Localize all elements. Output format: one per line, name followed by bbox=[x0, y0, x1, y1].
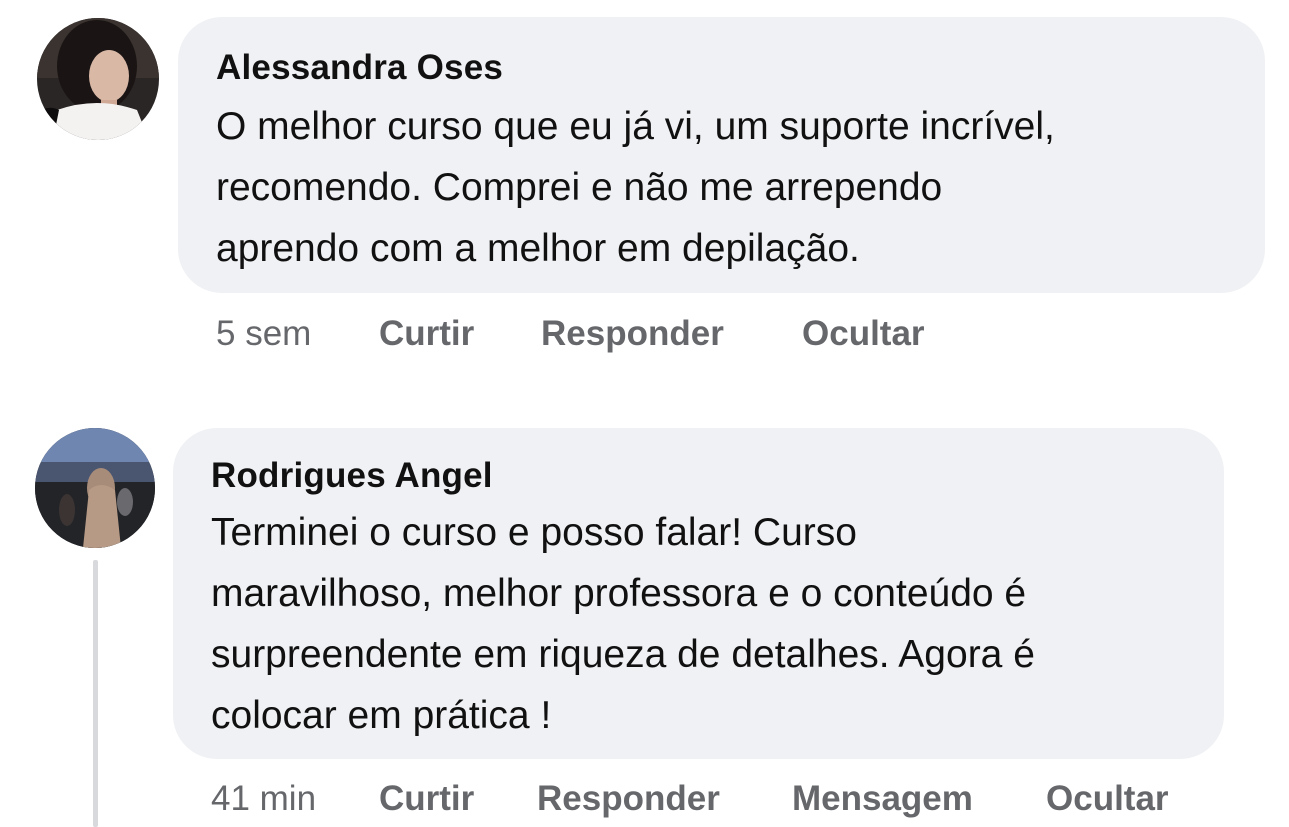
comment-text: Terminei o curso e posso falar! Curso ma… bbox=[211, 502, 1035, 746]
user-photo-icon bbox=[35, 428, 155, 548]
comment-timestamp: 5 sem bbox=[216, 314, 312, 353]
comment-actions: 5 sem Curtir Responder Ocultar bbox=[0, 314, 1289, 354]
hide-button[interactable]: Ocultar bbox=[802, 314, 925, 354]
avatar[interactable] bbox=[35, 428, 155, 548]
comment-text-line: O melhor curso que eu já vi, um suporte … bbox=[216, 105, 1055, 148]
comments-section: Alessandra Oses O melhor curso que eu já… bbox=[0, 0, 1289, 827]
reply-button[interactable]: Responder bbox=[541, 314, 724, 354]
like-button[interactable]: Curtir bbox=[379, 314, 474, 354]
comment-author[interactable]: Rodrigues Angel bbox=[211, 456, 493, 496]
comment-timestamp: 41 min bbox=[211, 779, 317, 818]
comment-actions: 41 min Curtir Responder Mensagem Ocultar bbox=[0, 779, 1289, 819]
message-button[interactable]: Mensagem bbox=[792, 779, 973, 819]
comment-text-line: surpreendente em riqueza de detalhes. Ag… bbox=[211, 633, 1035, 676]
comment-text-line: aprendo com a melhor em depilação. bbox=[216, 227, 860, 270]
comment-text-line: Terminei o curso e posso falar! Curso bbox=[211, 511, 857, 554]
comment-text-line: colocar em prática ! bbox=[211, 694, 552, 737]
comment-text-line: maravilhoso, melhor professora e o conte… bbox=[211, 572, 1027, 615]
user-photo-icon bbox=[37, 18, 159, 140]
comment-text: O melhor curso que eu já vi, um suporte … bbox=[216, 96, 1055, 279]
reply-button[interactable]: Responder bbox=[537, 779, 720, 819]
avatar[interactable] bbox=[37, 18, 159, 140]
comment-author[interactable]: Alessandra Oses bbox=[216, 48, 503, 88]
hide-button[interactable]: Ocultar bbox=[1046, 779, 1169, 819]
comment-text-line: recomendo. Comprei e não me arrependo bbox=[216, 166, 943, 209]
like-button[interactable]: Curtir bbox=[379, 779, 474, 819]
